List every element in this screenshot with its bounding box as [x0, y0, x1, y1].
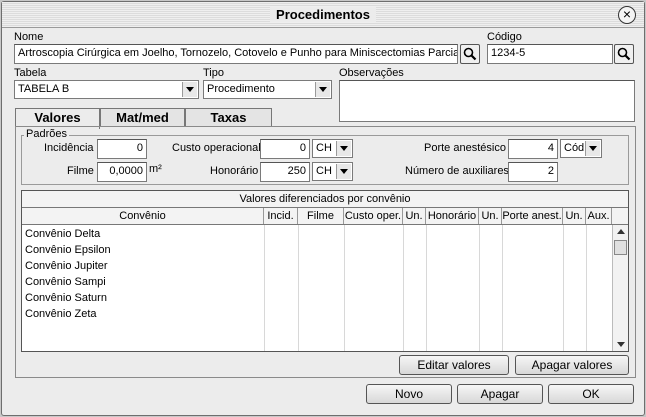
window-title: Procedimentos [270, 7, 376, 22]
col-header-un-2[interactable]: Un. [479, 208, 502, 224]
tab-taxas[interactable]: Taxas [185, 108, 272, 127]
tipo-value: Procedimento [207, 83, 275, 95]
column-divider [426, 225, 427, 351]
grid-header: Convênio Incid. Filme Custo oper. Un. Ho… [22, 208, 628, 225]
column-divider [586, 225, 587, 351]
col-header-honorario[interactable]: Honorário [426, 208, 479, 224]
table-row[interactable]: Convênio Zeta [22, 306, 97, 322]
filme-label: Filme [67, 165, 94, 177]
col-header-aux[interactable]: Aux. [586, 208, 612, 224]
custo-operacional-field[interactable]: 0 [260, 139, 310, 159]
title-bar: Procedimentos × [2, 2, 644, 28]
apagar-button[interactable]: Apagar [457, 384, 543, 404]
honorario-label: Honorário [210, 165, 259, 177]
padroes-title: Padrões [24, 128, 69, 140]
nome-search-button[interactable] [460, 44, 480, 64]
observacoes-label: Observações [339, 67, 404, 79]
table-row[interactable]: Convênio Sampi [22, 274, 106, 290]
col-header-un-3[interactable]: Un. [563, 208, 586, 224]
col-header-convenio[interactable]: Convênio [22, 208, 264, 224]
porte-anestesico-unit-select[interactable]: Cód [560, 139, 602, 158]
scroll-down-icon[interactable] [617, 342, 625, 347]
chevron-down-icon[interactable] [585, 141, 600, 156]
chevron-down-icon[interactable] [336, 164, 351, 179]
chevron-down-icon[interactable] [182, 82, 197, 97]
column-divider [298, 225, 299, 351]
table-row[interactable]: Convênio Epsilon [22, 242, 111, 258]
tab-mat-med[interactable]: Mat/med [100, 108, 185, 127]
honorario-unit-select[interactable]: CH [312, 162, 353, 181]
codigo-search-button[interactable] [614, 44, 634, 64]
porte-anestesico-unit: Cód [564, 142, 585, 154]
codigo-label: Código [487, 31, 522, 43]
column-divider [403, 225, 404, 351]
tabela-label: Tabela [14, 67, 47, 79]
col-header-incid[interactable]: Incid. [264, 208, 298, 224]
column-divider [479, 225, 480, 351]
tipo-select[interactable]: Procedimento [203, 80, 332, 99]
grid-vertical-scrollbar[interactable] [612, 225, 628, 351]
column-divider [344, 225, 345, 351]
porte-anestesico-label: Porte anestésico [424, 142, 506, 154]
col-header-filme[interactable]: Filme [298, 208, 344, 224]
tabela-select[interactable]: TABELA B [14, 80, 199, 99]
incidencia-label: Incidência [44, 142, 94, 154]
table-row[interactable]: Convênio Saturn [22, 290, 107, 306]
custo-operacional-unit: CH [316, 142, 332, 154]
window-title-wrap: Procedimentos [2, 7, 644, 22]
nome-field[interactable]: Artroscopia Cirúrgica em Joelho, Tornoze… [14, 44, 458, 64]
table-row[interactable]: Convênio Delta [22, 226, 100, 242]
ok-button[interactable]: OK [548, 384, 634, 404]
tabela-value: TABELA B [18, 83, 70, 95]
search-icon [617, 47, 631, 61]
table-row[interactable]: Convênio Jupiter [22, 258, 108, 274]
scroll-thumb[interactable] [614, 240, 627, 255]
convenio-grid: Valores diferenciados por convênio Convê… [21, 190, 629, 352]
porte-anestesico-field[interactable]: 4 [508, 139, 558, 159]
codigo-field[interactable]: 1234-5 [487, 44, 613, 64]
grid-title: Valores diferenciados por convênio [22, 191, 628, 208]
scroll-up-icon[interactable] [617, 229, 625, 234]
nome-label: Nome [14, 31, 44, 43]
apagar-valores-button[interactable]: Apagar valores [515, 355, 629, 375]
procedimentos-window: Procedimentos × Nome Artroscopia Cirúrgi… [1, 1, 645, 416]
editar-valores-button[interactable]: Editar valores [399, 355, 509, 375]
column-divider [502, 225, 503, 351]
col-header-custo-oper[interactable]: Custo oper. [344, 208, 403, 224]
novo-button[interactable]: Novo [366, 384, 452, 404]
tipo-label: Tipo [203, 67, 224, 79]
custo-operacional-label: Custo operacional [172, 142, 261, 154]
column-divider [264, 225, 265, 351]
honorario-field[interactable]: 250 [260, 162, 310, 182]
search-icon [463, 47, 477, 61]
observacoes-field[interactable] [339, 80, 635, 122]
chevron-down-icon[interactable] [336, 141, 351, 156]
custo-operacional-unit-select[interactable]: CH [312, 139, 353, 158]
column-divider [563, 225, 564, 351]
numero-auxiliares-label: Número de auxiliares [405, 165, 509, 177]
chevron-down-icon[interactable] [315, 82, 330, 97]
col-header-porte-anest[interactable]: Porte anest. [502, 208, 563, 224]
close-icon[interactable]: × [618, 6, 636, 24]
col-header-un-1[interactable]: Un. [403, 208, 426, 224]
honorario-unit: CH [316, 165, 332, 177]
incidencia-field[interactable]: 0 [97, 139, 147, 159]
numero-auxiliares-field[interactable]: 2 [508, 162, 558, 182]
filme-field[interactable]: 0,0000 [97, 162, 147, 182]
filme-unit: m² [149, 163, 162, 175]
